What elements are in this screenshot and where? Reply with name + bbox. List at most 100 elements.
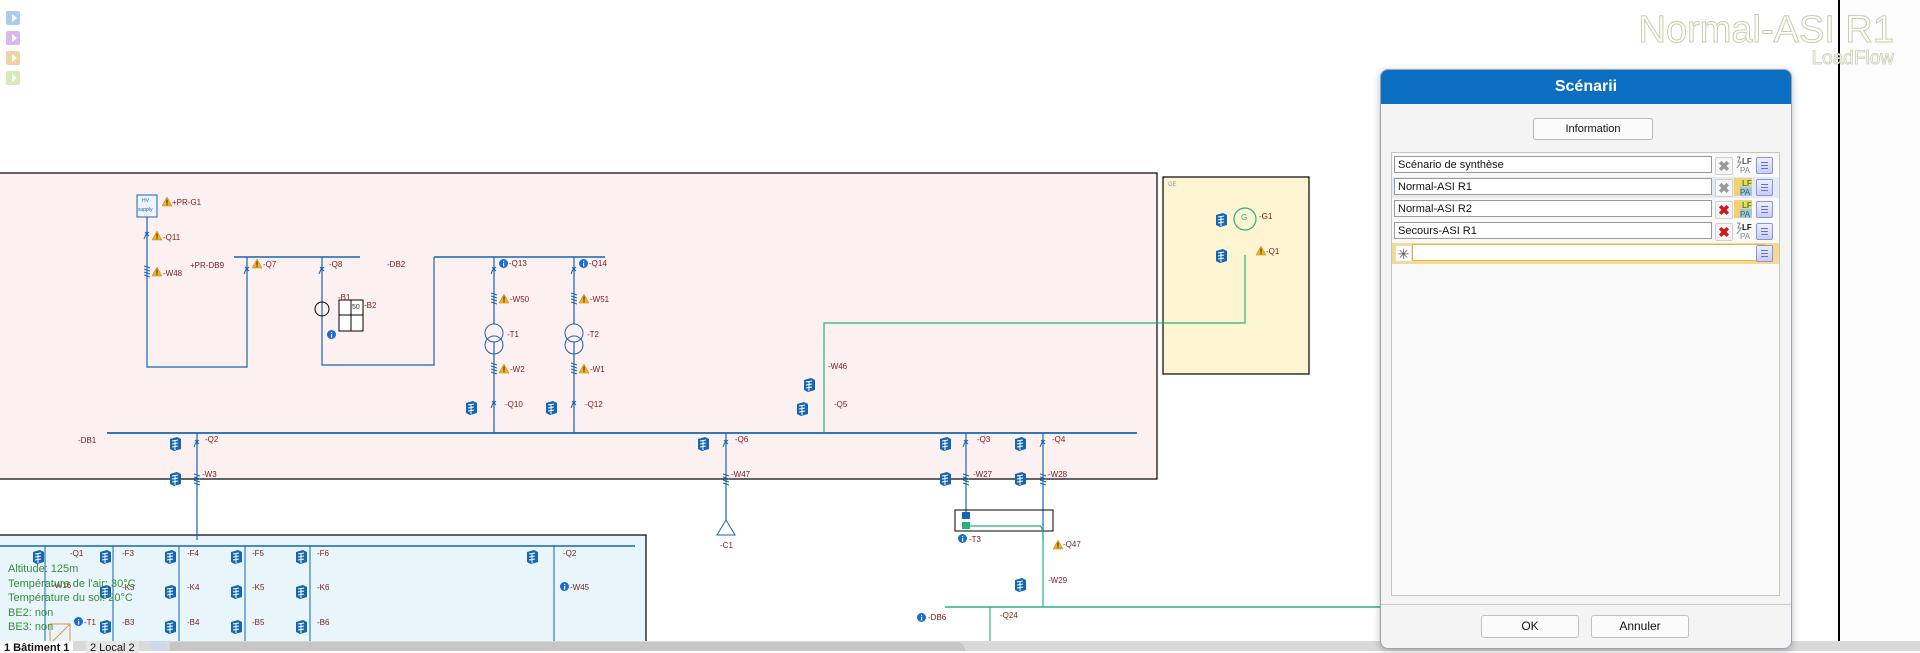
air-temperature: Température de l'air: 30°C xyxy=(8,577,136,590)
svg-text:PA: PA xyxy=(1740,210,1751,218)
svg-text:-Q3: -Q3 xyxy=(977,435,991,444)
layer-toggle-3[interactable] xyxy=(6,51,20,65)
properties-icon[interactable] xyxy=(1756,201,1773,218)
cancel-button[interactable]: Annuler xyxy=(1591,615,1689,638)
svg-text:-W47: -W47 xyxy=(731,470,751,479)
tab-batiment-1[interactable]: 1 Bâtiment 1 xyxy=(0,641,74,653)
svg-text:-F6: -F6 xyxy=(317,549,330,558)
scenario-row[interactable]: ✖ LFPA xyxy=(1392,199,1779,220)
svg-text:-Q13: -Q13 xyxy=(509,259,527,268)
dialog-separator xyxy=(1381,604,1791,605)
svg-text:-DB6: -DB6 xyxy=(928,613,947,622)
soil-temperature: Température du sol: 20°C xyxy=(8,592,133,604)
layer-toggle-2[interactable] xyxy=(6,31,20,45)
svg-text:-T2: -T2 xyxy=(587,330,600,339)
properties-icon[interactable] xyxy=(1756,223,1773,240)
loadflow-icon[interactable]: LFPA xyxy=(1734,156,1752,174)
new-scenario-row[interactable]: ✳ xyxy=(1392,243,1779,264)
svg-text:-Q24: -Q24 xyxy=(1000,611,1018,620)
svg-text:-W45: -W45 xyxy=(570,583,590,592)
information-button[interactable]: Information xyxy=(1533,118,1653,140)
svg-text:LF: LF xyxy=(1742,179,1752,188)
layer-toggle-1[interactable] xyxy=(6,11,20,25)
svg-text:-DB2: -DB2 xyxy=(387,260,406,269)
scenario-row[interactable]: ✖ LFPA xyxy=(1392,155,1779,176)
svg-text:-B6: -B6 xyxy=(317,618,330,627)
properties-icon[interactable] xyxy=(1756,245,1773,262)
svg-text:PA: PA xyxy=(1740,166,1751,174)
delete-icon: ✖ xyxy=(1715,179,1733,197)
add-tab-icon[interactable] xyxy=(150,641,166,651)
svg-text:LF: LF xyxy=(1742,201,1752,210)
svg-text:-B2: -B2 xyxy=(364,301,377,310)
svg-text:LF: LF xyxy=(1742,157,1752,166)
svg-text:-W27: -W27 xyxy=(973,470,993,479)
loadflow-icon[interactable]: LFPA xyxy=(1734,200,1752,218)
properties-icon[interactable] xyxy=(1756,157,1773,174)
be2: BE2: non xyxy=(8,606,54,619)
svg-text:-Q47: -Q47 xyxy=(1063,540,1081,549)
svg-text:-W29: -W29 xyxy=(1048,576,1068,585)
scenario-name-input[interactable] xyxy=(1394,178,1712,195)
svg-text:-W28: -W28 xyxy=(1048,470,1068,479)
scenario-name-input[interactable] xyxy=(1394,222,1712,239)
svg-text:-W3: -W3 xyxy=(202,470,217,479)
svg-text:50: 50 xyxy=(352,304,360,311)
svg-text:-Q1: -Q1 xyxy=(70,549,84,558)
loadflow-icon[interactable]: LFPA xyxy=(1734,178,1752,196)
new-row-icon: ✳ xyxy=(1395,245,1412,262)
scenario-list: ✖ LFPA ✖ LFPA ✖ LFPA ✖ LFPA ✳ xyxy=(1391,152,1780,596)
zone-ge-label: GE xyxy=(1168,182,1177,188)
svg-text:-Q2: -Q2 xyxy=(563,549,577,558)
scenario-row[interactable]: ✖ LFPA xyxy=(1392,221,1779,242)
delete-icon[interactable]: ✖ xyxy=(1715,223,1733,241)
svg-text:-T1: -T1 xyxy=(507,330,520,339)
svg-text:-Q4: -Q4 xyxy=(1052,435,1066,444)
scenario-row[interactable]: ✖ LFPA xyxy=(1392,177,1779,198)
svg-text:-T3: -T3 xyxy=(969,535,982,544)
environment-info: Altitude: 125m Température de l'air: 30°… xyxy=(8,562,136,635)
tab-local-2[interactable]: 2 Local 2 xyxy=(86,641,139,653)
properties-icon[interactable] xyxy=(1756,179,1773,196)
svg-text:-Q8: -Q8 xyxy=(329,260,343,269)
svg-text:-Q12: -Q12 xyxy=(585,400,603,409)
svg-text:-Q14: -Q14 xyxy=(589,259,607,268)
new-scenario-input[interactable] xyxy=(1412,244,1765,261)
svg-text:-Q11: -Q11 xyxy=(163,233,181,242)
svg-text:-W1: -W1 xyxy=(590,365,605,374)
svg-text:-F5: -F5 xyxy=(252,549,265,558)
page-boundary xyxy=(1838,0,1840,645)
svg-text:HV: HV xyxy=(142,198,150,204)
svg-text:-Q10: -Q10 xyxy=(505,400,523,409)
svg-text:-Q5: -Q5 xyxy=(834,400,848,409)
horizontal-scrollbar[interactable] xyxy=(170,642,965,651)
scenario-name-input[interactable] xyxy=(1394,200,1712,217)
altitude: Altitude: 125m xyxy=(8,563,79,575)
svg-text:-K6: -K6 xyxy=(317,583,330,592)
scenarii-dialog: Scénarii Information ✖ LFPA ✖ LFPA ✖ LFP… xyxy=(1380,69,1792,649)
svg-text:PA: PA xyxy=(1740,232,1751,240)
right-panel xyxy=(1840,0,1920,651)
svg-text:supply: supply xyxy=(138,207,153,213)
svg-text:-W2: -W2 xyxy=(510,365,525,374)
svg-text:-K5: -K5 xyxy=(252,583,265,592)
zone-ge xyxy=(1162,176,1310,375)
svg-text:-C1: -C1 xyxy=(720,541,733,550)
svg-text:-W48: -W48 xyxy=(163,269,183,278)
svg-text:LF: LF xyxy=(1742,223,1752,232)
delete-icon[interactable]: ✖ xyxy=(1715,201,1733,219)
loadflow-icon[interactable]: LFPA xyxy=(1734,222,1752,240)
svg-text:-DB1: -DB1 xyxy=(78,436,97,445)
svg-text:PA: PA xyxy=(1740,188,1751,196)
svg-text:-Q2: -Q2 xyxy=(205,435,219,444)
ok-button[interactable]: OK xyxy=(1481,615,1579,638)
dialog-title: Scénarii xyxy=(1381,70,1791,104)
layer-toggle-4[interactable] xyxy=(6,71,20,85)
svg-text:-W51: -W51 xyxy=(590,295,610,304)
svg-text:-B5: -B5 xyxy=(252,618,265,627)
svg-text:-Q1: -Q1 xyxy=(1266,247,1280,256)
scenario-name-input[interactable] xyxy=(1394,156,1712,173)
svg-text:-K4: -K4 xyxy=(187,583,200,592)
svg-text:-F3: -F3 xyxy=(122,549,135,558)
svg-text:G: G xyxy=(1241,213,1247,222)
